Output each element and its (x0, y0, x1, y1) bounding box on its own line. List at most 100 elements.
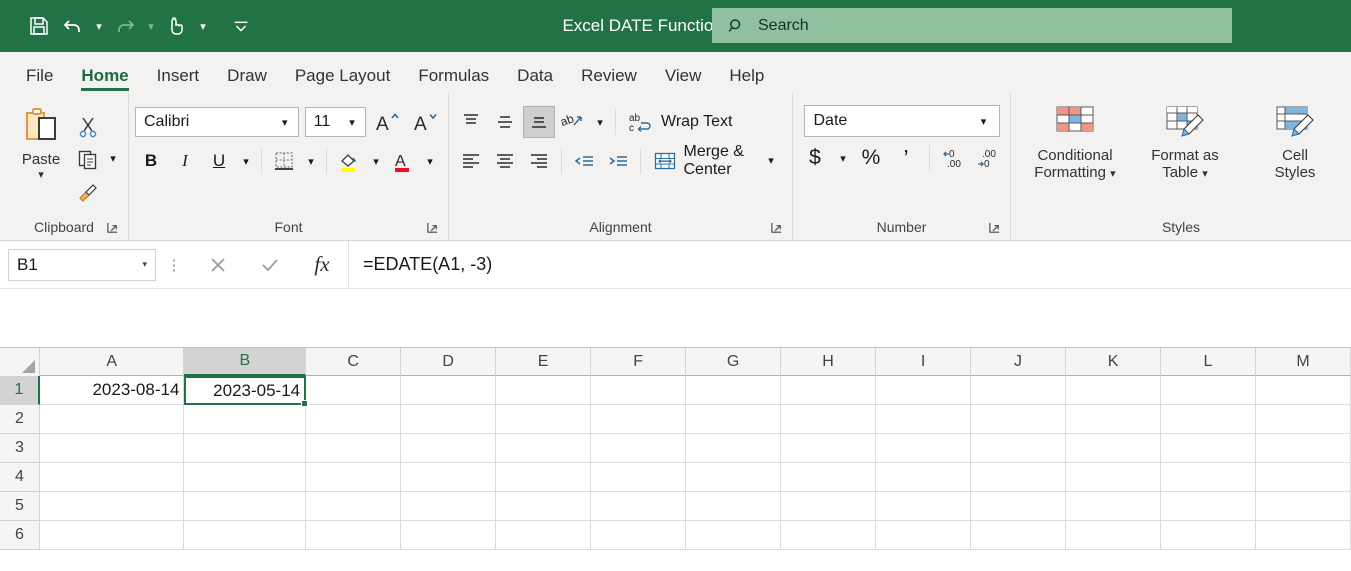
paste-button[interactable]: Paste ▾ (6, 99, 76, 214)
column-header-b[interactable]: B (184, 348, 306, 376)
column-header-a[interactable]: A (40, 348, 184, 376)
column-header-l[interactable]: L (1161, 348, 1256, 376)
conditional-formatting-chevron-down-icon[interactable]: ▾ (1110, 168, 1116, 180)
column-header-k[interactable]: K (1066, 348, 1161, 376)
decrease-decimal-button[interactable]: .00 0 (972, 142, 1004, 174)
enter-check-icon[interactable] (244, 248, 296, 282)
cell-i4[interactable] (876, 463, 971, 492)
tab-file[interactable]: File (12, 67, 67, 93)
cell-c5[interactable] (306, 492, 401, 521)
number-format-chevron-down-icon[interactable]: ▾ (975, 105, 993, 137)
formula-bar-handle[interactable]: ⋮ (156, 256, 192, 274)
cell-e1[interactable] (496, 376, 591, 405)
column-header-c[interactable]: C (306, 348, 401, 376)
increase-font-size-button[interactable]: A (372, 106, 404, 138)
cell-m6[interactable] (1256, 521, 1351, 550)
cell-d1[interactable] (401, 376, 496, 405)
cell-g1[interactable] (686, 376, 781, 405)
number-format-select[interactable]: Date ▾ (804, 105, 1000, 137)
cell-a6[interactable] (40, 521, 184, 550)
cell-i2[interactable] (876, 405, 971, 434)
cell-e6[interactable] (496, 521, 591, 550)
column-header-h[interactable]: H (781, 348, 876, 376)
font-dialog-launcher-icon[interactable] (426, 221, 440, 235)
orientation-dropdown-chevron-down-icon[interactable]: ▾ (591, 106, 609, 138)
cell-c2[interactable] (306, 405, 401, 434)
column-header-j[interactable]: J (971, 348, 1066, 376)
fill-handle[interactable] (301, 400, 308, 407)
decrease-font-size-button[interactable]: A (410, 106, 442, 138)
increase-decimal-button[interactable]: 0 .00 (937, 142, 969, 174)
align-center-button[interactable] (489, 145, 521, 177)
cell-m2[interactable] (1256, 405, 1351, 434)
tab-help[interactable]: Help (715, 67, 778, 93)
cell-l5[interactable] (1161, 492, 1256, 521)
text-orientation-button[interactable]: ab (557, 106, 589, 138)
align-left-button[interactable] (455, 145, 487, 177)
cell-d2[interactable] (401, 405, 496, 434)
tab-insert[interactable]: Insert (143, 67, 214, 93)
cell-m3[interactable] (1256, 434, 1351, 463)
touch-mode-dropdown-chevron-down-icon[interactable]: ▾ (194, 9, 212, 43)
name-box-chevron-down-icon[interactable]: ▾ (142, 259, 147, 270)
cut-button[interactable] (76, 112, 122, 142)
tab-home[interactable]: Home (67, 67, 142, 93)
align-right-button[interactable] (523, 145, 555, 177)
cell-e4[interactable] (496, 463, 591, 492)
borders-dropdown-chevron-down-icon[interactable]: ▾ (302, 145, 320, 177)
cell-h6[interactable] (781, 521, 876, 550)
cell-i5[interactable] (876, 492, 971, 521)
cell-d5[interactable] (401, 492, 496, 521)
cell-j5[interactable] (971, 492, 1066, 521)
cell-k1[interactable] (1066, 376, 1161, 405)
cell-j3[interactable] (971, 434, 1066, 463)
cell-b6[interactable] (184, 521, 306, 550)
cell-i6[interactable] (876, 521, 971, 550)
cell-e5[interactable] (496, 492, 591, 521)
row-header-5[interactable]: 5 (0, 492, 40, 521)
merge-dropdown-chevron-down-icon[interactable]: ▾ (762, 145, 780, 177)
format-as-table-button[interactable]: Format as Table ▾ (1135, 99, 1235, 214)
cell-h4[interactable] (781, 463, 876, 492)
cell-c4[interactable] (306, 463, 401, 492)
tab-data[interactable]: Data (503, 67, 567, 93)
decrease-indent-button[interactable] (568, 145, 600, 177)
name-box[interactable]: B1 ▾ (8, 249, 156, 281)
cell-j4[interactable] (971, 463, 1066, 492)
cell-c6[interactable] (306, 521, 401, 550)
redo-dropdown-chevron-down-icon[interactable]: ▾ (142, 9, 160, 43)
cell-l3[interactable] (1161, 434, 1256, 463)
cell-j2[interactable] (971, 405, 1066, 434)
cell-i3[interactable] (876, 434, 971, 463)
cell-a2[interactable] (40, 405, 184, 434)
search-box[interactable]: Search (712, 8, 1232, 43)
cell-l6[interactable] (1161, 521, 1256, 550)
percent-style-button[interactable]: % (855, 142, 887, 174)
cell-a4[interactable] (40, 463, 184, 492)
save-icon[interactable] (22, 9, 56, 43)
cell-b2[interactable] (184, 405, 306, 434)
column-header-m[interactable]: M (1256, 348, 1351, 376)
tab-review[interactable]: Review (567, 67, 651, 93)
font-size-chevron-down-icon[interactable]: ▾ (343, 106, 361, 138)
cell-m4[interactable] (1256, 463, 1351, 492)
cell-a1[interactable]: 2023-08-14 (40, 376, 184, 405)
cell-g5[interactable] (686, 492, 781, 521)
align-bottom-button[interactable] (523, 106, 555, 138)
paste-dropdown-chevron-down-icon[interactable]: ▾ (38, 168, 44, 181)
cell-f2[interactable] (591, 405, 686, 434)
row-header-4[interactable]: 4 (0, 463, 40, 492)
accounting-format-button[interactable]: $ (799, 142, 831, 174)
fill-color-button[interactable] (333, 145, 365, 177)
format-as-table-chevron-down-icon[interactable]: ▾ (1202, 168, 1208, 180)
cell-i1[interactable] (876, 376, 971, 405)
cell-g3[interactable] (686, 434, 781, 463)
cell-l1[interactable] (1161, 376, 1256, 405)
cell-e3[interactable] (496, 434, 591, 463)
cell-l4[interactable] (1161, 463, 1256, 492)
number-dialog-launcher-icon[interactable] (988, 221, 1002, 235)
font-name-select[interactable]: Calibri ▾ (135, 107, 299, 137)
cell-j1[interactable] (971, 376, 1066, 405)
undo-dropdown-chevron-down-icon[interactable]: ▾ (90, 9, 108, 43)
cell-b4[interactable] (184, 463, 306, 492)
